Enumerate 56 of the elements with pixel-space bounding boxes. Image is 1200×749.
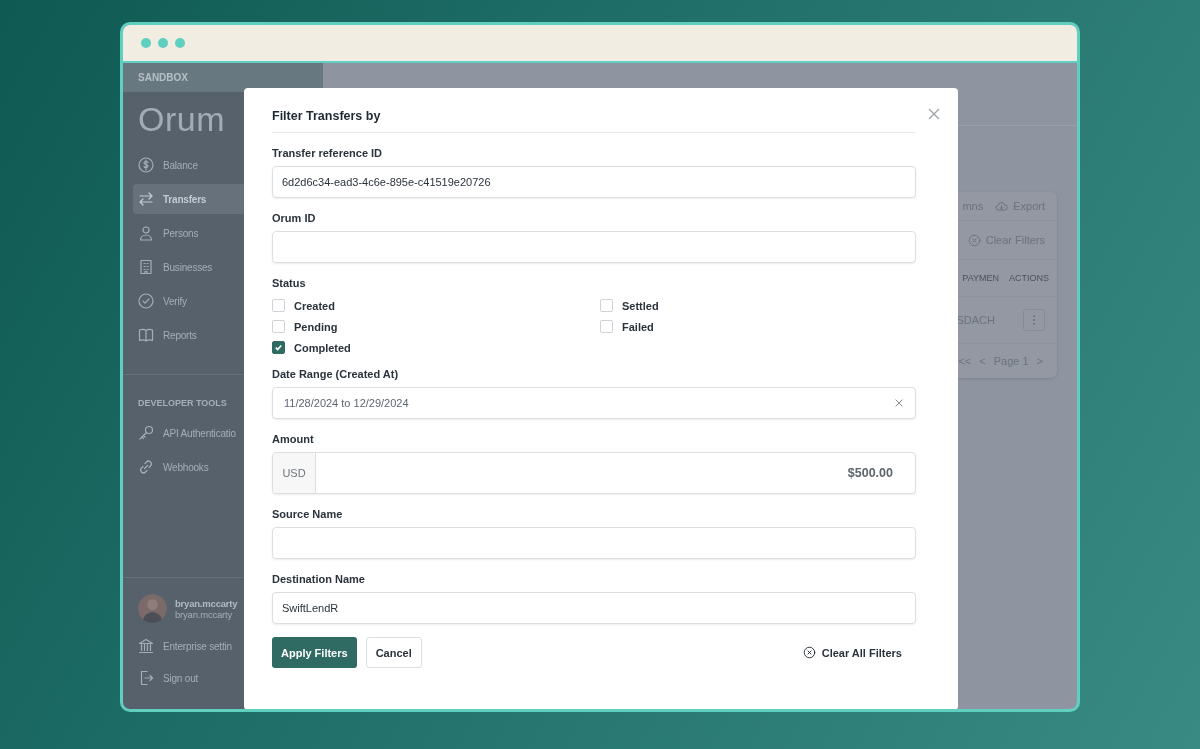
text-field[interactable]: SwiftLendR xyxy=(272,592,916,624)
row-menu-button[interactable] xyxy=(1023,309,1045,331)
date-range-field[interactable]: 11/28/2024 to 12/29/2024 xyxy=(272,387,916,419)
checkbox-label: Pending xyxy=(294,320,338,333)
checkbox-label: Failed xyxy=(622,320,654,333)
building-icon xyxy=(138,259,154,275)
window-dot[interactable] xyxy=(141,38,151,48)
clear-all-filters-button[interactable]: Clear All Filters xyxy=(796,645,908,660)
text-field[interactable] xyxy=(272,527,916,559)
window-dot[interactable] xyxy=(175,38,185,48)
prev-page-button[interactable]: < xyxy=(979,355,986,367)
check-circle-icon xyxy=(138,293,154,309)
dialog-title: Filter Transfers by xyxy=(272,104,916,133)
sign-out-icon xyxy=(138,670,154,686)
close-circle-icon xyxy=(802,646,816,659)
next-page-button[interactable]: > xyxy=(1036,355,1043,367)
column-header: ACTIONS xyxy=(1009,273,1049,283)
arrows-icon xyxy=(138,191,154,207)
amount-field[interactable]: USD $500.00 xyxy=(272,452,916,494)
close-circle-icon xyxy=(967,233,981,247)
cancel-button[interactable]: Cancel xyxy=(365,637,422,668)
text-field[interactable]: 6d2d6c34-ead3-4c6e-895e-c41519e20726 xyxy=(272,166,916,198)
column-header: PAYMEN xyxy=(962,273,999,283)
field-label: Destination Name xyxy=(272,573,366,585)
field-label: Source Name xyxy=(272,508,344,520)
window-dot[interactable] xyxy=(158,38,168,48)
avatar xyxy=(138,594,167,623)
checkbox-label: Created xyxy=(294,299,335,312)
book-icon xyxy=(138,327,154,343)
apply-filters-button[interactable]: Apply Filters xyxy=(272,637,357,668)
text-field[interactable] xyxy=(272,231,916,263)
user-name: bryan.mccarty xyxy=(175,597,238,609)
link-icon xyxy=(138,459,154,475)
logo: Orum xyxy=(138,102,225,136)
cloud-icon xyxy=(995,199,1009,213)
field-label: Status xyxy=(272,277,307,289)
sidebar-item[interactable]: API Authenticatio xyxy=(123,418,236,448)
close-icon xyxy=(894,398,904,408)
first-page-button[interactable]: << xyxy=(958,355,972,367)
section-heading: DEVELOPER TOOLS xyxy=(138,398,227,408)
field-label: Transfer reference ID xyxy=(272,147,384,159)
field-label: Orum ID xyxy=(272,212,317,224)
checkbox[interactable] xyxy=(272,341,285,354)
user-email: bryan.mccarty xyxy=(175,608,233,620)
person-icon xyxy=(138,225,154,241)
key-icon xyxy=(138,425,154,441)
field-label: Amount xyxy=(272,433,315,445)
checkbox-label: Completed xyxy=(294,341,351,354)
checkbox-label: Settled xyxy=(622,299,659,312)
sidebar-item[interactable]: Webhooks xyxy=(123,452,209,482)
field-label: Date Range (Created At) xyxy=(272,368,400,380)
check-icon xyxy=(274,343,283,352)
environment-label: SANDBOX xyxy=(138,72,188,83)
bank-icon xyxy=(138,638,154,654)
dollar-icon xyxy=(138,157,154,173)
close-button[interactable] xyxy=(928,108,940,120)
